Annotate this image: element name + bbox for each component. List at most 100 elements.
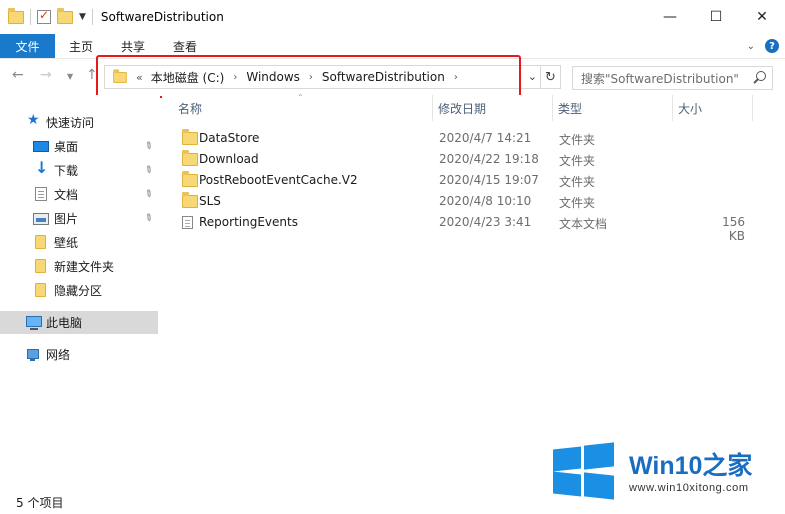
column-divider[interactable] [552, 95, 553, 121]
logo-pane [584, 472, 614, 500]
sidebar-item-label: 文档 [54, 188, 79, 202]
brand-name: Win10 [629, 452, 703, 480]
tab-file[interactable]: 文件 [0, 34, 55, 58]
file-name: PostRebootEventCache.V2 [199, 173, 358, 187]
minimize-button[interactable]: — [647, 0, 693, 34]
sidebar-item-hidden-partition[interactable]: 隐藏分区 [0, 279, 158, 302]
file-name: Download [199, 152, 259, 166]
column-header-name[interactable]: 名称 [178, 95, 202, 121]
pin-icon[interactable]: ✎ [142, 164, 155, 178]
sidebar-item-wallpaper[interactable]: 壁纸 [0, 231, 158, 254]
item-count: 5 个项目 [16, 495, 64, 510]
quick-access-toolbar: ▼ [0, 0, 93, 34]
address-dropdown-icon[interactable]: ⌄ [528, 70, 537, 83]
column-header-date[interactable]: 修改日期 [438, 95, 486, 121]
address-bar[interactable]: « 本地磁盘 (C:) › Windows › SoftwareDistribu… [104, 65, 541, 89]
breadcrumb: « 本地磁盘 (C:) › Windows › SoftwareDistribu… [136, 69, 467, 86]
breadcrumb-item-windows[interactable]: Windows [246, 70, 300, 84]
close-button[interactable]: ✕ [739, 0, 785, 34]
up-button[interactable]: ↑ [86, 67, 98, 83]
breadcrumb-item-drive[interactable]: 本地磁盘 (C:) [151, 69, 225, 86]
column-divider[interactable] [672, 95, 673, 121]
column-header-size[interactable]: 大小 [678, 95, 702, 121]
windows-logo-icon [553, 442, 615, 500]
sidebar-item-label: 桌面 [54, 140, 79, 154]
folder-icon [182, 129, 198, 145]
file-type: 文本文档 [559, 217, 608, 231]
file-type: 文件夹 [559, 175, 596, 189]
folder-icon [35, 283, 46, 297]
file-name: SLS [199, 194, 221, 208]
refresh-button[interactable]: ↻ [541, 65, 561, 89]
table-row[interactable]: SLS 2020/4/8 10:10 文件夹 [174, 191, 774, 212]
table-row[interactable]: DataStore 2020/4/7 14:21 文件夹 [174, 128, 774, 149]
table-row[interactable]: PostRebootEventCache.V2 2020/4/15 19:07 … [174, 170, 774, 191]
tab-share[interactable]: 共享 [107, 34, 159, 58]
help-icon[interactable]: ? [765, 39, 779, 53]
ribbon-tabs: 文件 主页 共享 查看 ⌄ ? [0, 34, 785, 59]
tab-view[interactable]: 查看 [159, 34, 211, 58]
sidebar-item-label: 隐藏分区 [54, 284, 103, 298]
sidebar-item-desktop[interactable]: 桌面 ✎ [0, 135, 158, 158]
search-box[interactable]: 搜索"SoftwareDistribution" [572, 66, 773, 90]
sidebar-item-label: 下载 [54, 164, 79, 178]
sidebar-item-label: 快速访问 [46, 116, 95, 130]
toolbar-divider [30, 9, 31, 25]
table-row[interactable]: Download 2020/4/22 19:18 文件夹 [174, 149, 774, 170]
file-type: 文件夹 [559, 154, 596, 168]
sidebar-item-label: 网络 [46, 348, 71, 362]
search-icon[interactable] [752, 71, 766, 85]
column-divider[interactable] [432, 95, 433, 121]
star-icon [26, 112, 42, 129]
sidebar-item-pictures[interactable]: 图片 ✎ [0, 207, 158, 230]
pin-icon[interactable]: ✎ [142, 188, 155, 202]
pin-icon[interactable]: ✎ [142, 212, 155, 226]
search-input[interactable]: 搜索"SoftwareDistribution" [581, 70, 752, 87]
column-header-type[interactable]: 类型 [558, 95, 582, 121]
folder-icon [182, 171, 198, 187]
sidebar-item-new-folder[interactable]: 新建文件夹 [0, 255, 158, 278]
back-button[interactable]: ← [12, 67, 24, 83]
folder-icon [8, 7, 24, 24]
file-date: 2020/4/23 3:41 [439, 215, 532, 229]
sort-indicator-icon: ⌃ [297, 93, 304, 102]
logo-pane [584, 442, 614, 470]
desktop-icon [33, 141, 49, 152]
customize-toolbar-dropdown[interactable]: ▼ [79, 12, 86, 22]
properties-icon[interactable] [37, 8, 51, 24]
window-title: SoftwareDistribution [100, 10, 224, 24]
folder-icon [182, 150, 198, 166]
sidebar-item-documents[interactable]: 文档 ✎ [0, 183, 158, 206]
breadcrumb-overflow[interactable]: « [136, 71, 143, 84]
sidebar-item-label: 此电脑 [46, 316, 83, 330]
file-name: DataStore [199, 131, 260, 145]
sidebar-item-network[interactable]: 网络 [0, 343, 158, 366]
new-folder-icon[interactable] [57, 7, 73, 24]
sidebar-item-downloads[interactable]: 下载 ✎ [0, 158, 158, 182]
maximize-button[interactable]: ☐ [693, 0, 739, 34]
breadcrumb-item-softwaredistribution[interactable]: SoftwareDistribution [322, 70, 445, 84]
file-name: ReportingEvents [199, 215, 298, 229]
column-divider[interactable] [752, 95, 753, 121]
watermark: Win10之家 www.win10xitong.com [553, 442, 785, 500]
breadcrumb-separator-icon[interactable]: › [309, 72, 313, 83]
folder-icon [113, 68, 127, 83]
breadcrumb-separator-icon[interactable]: › [454, 72, 458, 83]
pin-icon[interactable]: ✎ [142, 140, 155, 154]
sidebar-item-this-pc[interactable]: 此电脑 [0, 311, 158, 334]
breadcrumb-separator-icon[interactable]: › [233, 72, 237, 83]
brand-suffix: 之家 [702, 452, 753, 480]
ribbon-right-controls: ⌄ ? [747, 39, 779, 53]
forward-button[interactable]: → [40, 67, 52, 83]
folder-icon [35, 259, 46, 273]
expand-ribbon-chevron-icon[interactable]: ⌄ [747, 41, 755, 52]
tab-home[interactable]: 主页 [55, 34, 107, 58]
download-icon [33, 158, 49, 177]
table-row[interactable]: ReportingEvents 2020/4/23 3:41 文本文档 156 … [174, 212, 774, 243]
navigation-pane: 快速访问 桌面 ✎ 下载 ✎ 文档 ✎ 图片 ✎ 壁纸 新建文件夹 隐藏分区 此… [0, 95, 160, 490]
recent-locations-dropdown[interactable]: ▼ [67, 72, 73, 81]
toolbar-divider [91, 9, 93, 25]
sidebar-item-quick-access[interactable]: 快速访问 [0, 111, 158, 134]
logo-pane [553, 471, 581, 497]
logo-pane [553, 446, 581, 472]
